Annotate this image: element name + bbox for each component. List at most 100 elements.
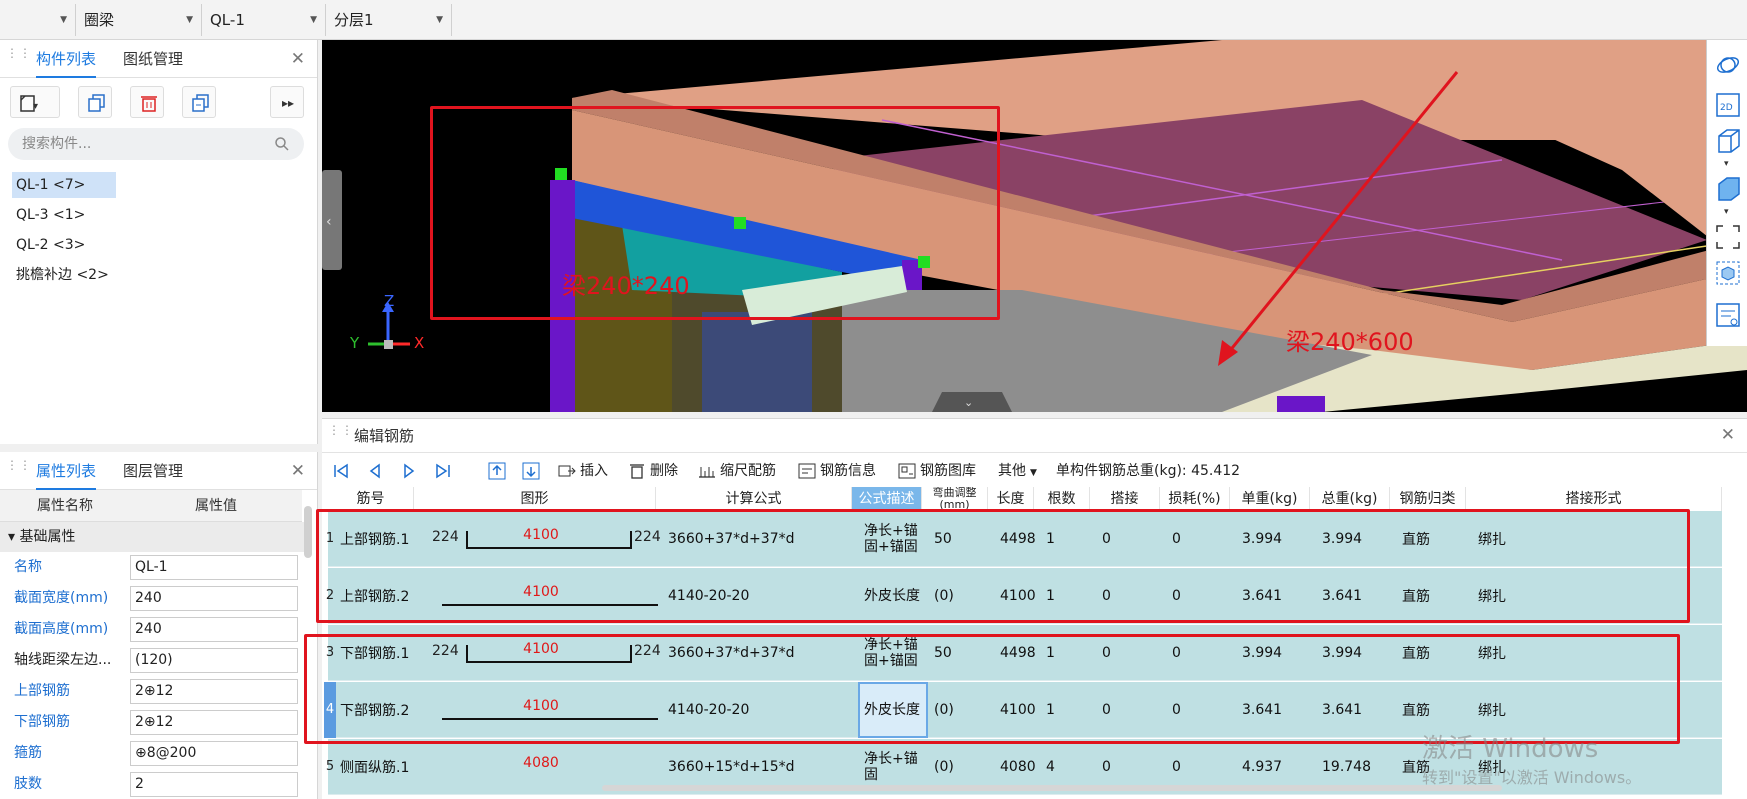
- property-value-field[interactable]: QL-1: [130, 555, 298, 580]
- cell-lap[interactable]: 0: [1102, 511, 1166, 567]
- cell-cls[interactable]: 直筋: [1402, 568, 1472, 624]
- cell-total-w[interactable]: 3.994: [1322, 511, 1396, 567]
- copy-component-button[interactable]: [78, 86, 112, 118]
- cell-count[interactable]: 1: [1046, 568, 1096, 624]
- component-view-icon[interactable]: [1715, 260, 1741, 286]
- property-value-field[interactable]: 2⊕12: [130, 679, 298, 704]
- last-row-button[interactable]: [434, 457, 456, 485]
- table-row[interactable]: 3 下部钢筋.1 3660+37*d+37*d 净长+锚固+锚固 50 4498 1 0 0 3.…: [326, 625, 1722, 681]
- layer-select[interactable]: 分层1 ▼: [326, 4, 452, 36]
- search-icon[interactable]: [274, 136, 290, 152]
- property-value-field[interactable]: 2: [130, 772, 298, 797]
- move-down-button[interactable]: [522, 457, 544, 485]
- cell-lap[interactable]: 0: [1102, 568, 1166, 624]
- tab-drawing-management[interactable]: 图纸管理: [123, 40, 183, 78]
- more-tools-button[interactable]: ▸▸: [270, 86, 304, 118]
- tab-layer-management[interactable]: 图层管理: [123, 452, 183, 490]
- drag-handle-icon[interactable]: ⋮⋮: [328, 424, 353, 445]
- cell-length[interactable]: 4100: [1000, 682, 1040, 738]
- view-2d-icon[interactable]: 2D: [1715, 92, 1741, 118]
- delete-component-button[interactable]: [130, 86, 164, 118]
- cell-lap-type[interactable]: 绑扎: [1478, 625, 1728, 681]
- cell-loss[interactable]: 0: [1172, 625, 1236, 681]
- property-scrollbar[interactable]: [304, 506, 312, 558]
- rebar-library-button[interactable]: 钢筋图库: [898, 457, 976, 485]
- cell-name[interactable]: 上部钢筋.1: [340, 511, 420, 567]
- cell-count[interactable]: 1: [1046, 511, 1096, 567]
- cell-name[interactable]: 下部钢筋.2: [340, 682, 420, 738]
- cell-count[interactable]: 1: [1046, 682, 1096, 738]
- close-icon[interactable]: ✕: [291, 49, 305, 69]
- cell-bend[interactable]: (0): [934, 682, 994, 738]
- table-row[interactable]: 1 上部钢筋.1 3660+37*d+37*d 净长+锚固+锚固 50 4498 1 0 0 3.…: [326, 511, 1722, 567]
- component-item-ql-2[interactable]: QL-2 <3>: [12, 232, 89, 258]
- cell-length[interactable]: 4498: [1000, 511, 1040, 567]
- cell-unit-w[interactable]: 3.994: [1242, 625, 1316, 681]
- property-value-field[interactable]: 240: [130, 617, 298, 642]
- floor-select[interactable]: ▼: [0, 4, 76, 36]
- rebar-info-button[interactable]: 钢筋信息: [798, 457, 876, 485]
- layer-copy-button[interactable]: [182, 86, 216, 118]
- other-menu-button[interactable]: 其他 ▼: [998, 457, 1037, 485]
- drag-handle-icon[interactable]: ⋮⋮: [6, 47, 31, 68]
- cell-formula[interactable]: 3660+37*d+37*d: [668, 511, 858, 567]
- cell-desc[interactable]: 净长+锚固+锚固: [864, 625, 928, 681]
- property-group-basic[interactable]: ▾ 基础属性: [0, 522, 310, 552]
- cell-formula[interactable]: 4140-20-20: [668, 568, 858, 624]
- cell-name[interactable]: 上部钢筋.2: [340, 568, 420, 624]
- cell-name[interactable]: 下部钢筋.1: [340, 625, 420, 681]
- property-value-field[interactable]: 2⊕12: [130, 710, 298, 735]
- next-row-button[interactable]: [400, 457, 422, 485]
- cell-desc[interactable]: 外皮长度: [864, 568, 928, 624]
- property-value-field[interactable]: (120): [130, 648, 298, 673]
- cell-lap[interactable]: 0: [1102, 682, 1166, 738]
- prev-row-button[interactable]: [366, 457, 388, 485]
- insert-button[interactable]: 插入: [558, 457, 608, 485]
- category-select[interactable]: 圈梁 ▼: [76, 4, 202, 36]
- cell-loss[interactable]: 0: [1172, 682, 1236, 738]
- property-value-field[interactable]: 240: [130, 586, 298, 611]
- move-up-button[interactable]: [488, 457, 510, 485]
- cell-bend[interactable]: (0): [934, 568, 994, 624]
- cell-formula[interactable]: 3660+37*d+37*d: [668, 625, 858, 681]
- cell-lap-type[interactable]: 绑扎: [1478, 511, 1728, 567]
- cell-desc[interactable]: 净长+锚固+锚固: [864, 511, 928, 567]
- component-select[interactable]: QL-1 ▼: [202, 4, 326, 36]
- rebar-shape[interactable]: 224 4100 224: [420, 511, 662, 567]
- rebar-shape[interactable]: 224 4100 224: [420, 625, 662, 681]
- tab-property-list[interactable]: 属性列表: [36, 452, 97, 490]
- rebar-shape[interactable]: 4100: [420, 682, 662, 738]
- cell-count[interactable]: 1: [1046, 625, 1096, 681]
- cell-cls[interactable]: 直筋: [1402, 625, 1472, 681]
- cell-loss[interactable]: 0: [1172, 511, 1236, 567]
- cell-cls[interactable]: 直筋: [1402, 511, 1472, 567]
- view-3d-icon[interactable]: ▾: [1715, 128, 1741, 168]
- property-value-field[interactable]: ⊕8@200: [130, 741, 298, 766]
- component-item-eave[interactable]: 挑檐补边 <2>: [12, 262, 113, 288]
- cell-unit-w[interactable]: 3.641: [1242, 568, 1316, 624]
- close-icon[interactable]: ✕: [291, 461, 305, 481]
- fullscreen-icon[interactable]: [1715, 224, 1741, 250]
- cell-desc[interactable]: 外皮长度: [858, 682, 928, 738]
- 3d-viewport[interactable]: ⌄ ‹ 梁240*240 梁240*600 Z Y X: [322, 40, 1747, 412]
- view-settings-icon[interactable]: [1715, 302, 1741, 328]
- cell-unit-w[interactable]: 3.994: [1242, 511, 1316, 567]
- view-solid-icon[interactable]: ▾: [1715, 176, 1741, 216]
- component-item-ql-3[interactable]: QL-3 <1>: [12, 202, 89, 228]
- component-item-ql-1[interactable]: QL-1 <7>: [12, 172, 116, 198]
- cell-lap-type[interactable]: 绑扎: [1478, 568, 1728, 624]
- table-row[interactable]: 2 上部钢筋.2 4140-20-20 外皮长度 (0) 4100 1 0 0 3.641 3.64…: [326, 568, 1722, 624]
- orbit-icon[interactable]: [1715, 52, 1741, 78]
- cell-total-w[interactable]: 3.994: [1322, 625, 1396, 681]
- rebar-shape[interactable]: 4100: [420, 568, 662, 624]
- cell-formula[interactable]: 4140-20-20: [668, 682, 858, 738]
- horizontal-scrollbar[interactable]: [602, 785, 1502, 791]
- new-component-button[interactable]: ▾: [10, 86, 60, 118]
- cell-loss[interactable]: 0: [1172, 568, 1236, 624]
- cell-total-w[interactable]: 3.641: [1322, 682, 1396, 738]
- cell-total-w[interactable]: 3.641: [1322, 568, 1396, 624]
- cell-unit-w[interactable]: 3.641: [1242, 682, 1316, 738]
- cell-length[interactable]: 4498: [1000, 625, 1040, 681]
- cell-bend[interactable]: 50: [934, 625, 994, 681]
- cell-length[interactable]: 4100: [1000, 568, 1040, 624]
